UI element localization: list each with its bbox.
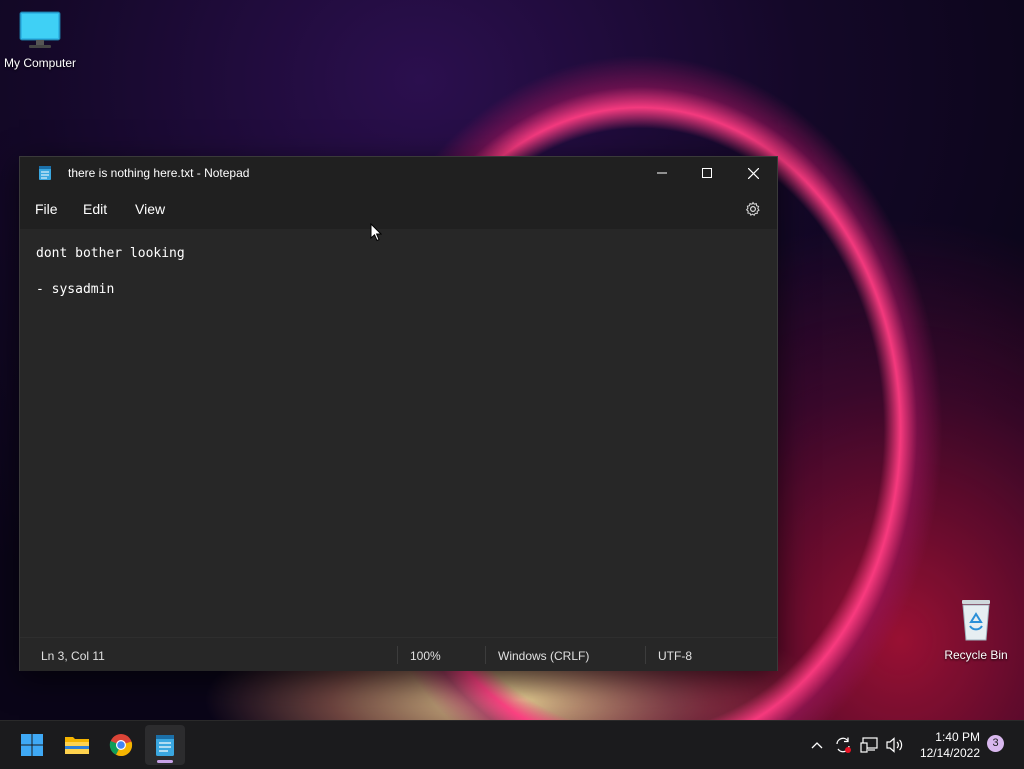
chevron-up-icon	[811, 742, 823, 749]
tray-volume-button[interactable]	[886, 721, 904, 769]
close-icon	[747, 167, 759, 179]
notepad-icon	[38, 165, 52, 186]
file-explorer-icon	[65, 737, 89, 754]
clock-date: 12/14/2022	[919, 746, 980, 760]
sync-icon	[836, 737, 851, 753]
taskbar-notepad[interactable]	[145, 725, 185, 765]
status-line-ending: Windows (CRLF)	[498, 649, 590, 663]
window-title: there is nothing here.txt - Notepad	[68, 166, 250, 180]
desktop-icon-label: Recycle Bin	[944, 648, 1008, 662]
windows-start-icon	[21, 734, 43, 756]
close-button[interactable]	[730, 157, 776, 189]
minimize-button[interactable]	[639, 157, 685, 189]
text-editor[interactable]: dont bother looking - sysadmin	[20, 229, 777, 637]
desktop-icon-label: My Computer	[3, 56, 77, 70]
taskbar-file-explorer[interactable]	[57, 725, 97, 765]
menu-file[interactable]: File	[35, 201, 58, 217]
taskbar-clock[interactable]: 1:40 PM 12/14/2022	[914, 729, 980, 761]
text-line: dont bother looking	[36, 246, 185, 261]
status-divider	[397, 646, 398, 664]
notepad-icon	[156, 735, 174, 756]
taskbar: 1:40 PM 12/14/2022	[0, 720, 1024, 769]
status-divider	[645, 646, 646, 664]
taskbar-chrome[interactable]	[101, 725, 141, 765]
status-divider	[485, 646, 486, 664]
notepad-window: there is nothing here.txt - Notepad File…	[19, 156, 778, 671]
status-cursor-position: Ln 3, Col 11	[41, 649, 105, 663]
notification-badge[interactable]: 3	[987, 735, 1004, 752]
text-line: - sysadmin	[36, 282, 115, 297]
mouse-cursor-icon	[370, 223, 382, 242]
volume-icon	[886, 737, 903, 753]
maximize-button[interactable]	[684, 157, 730, 189]
title-bar[interactable]: there is nothing here.txt - Notepad	[20, 157, 777, 189]
gear-icon	[745, 201, 760, 217]
menu-view[interactable]: View	[135, 201, 165, 217]
network-icon	[860, 737, 878, 753]
chrome-icon	[109, 734, 133, 757]
recycle-bin-icon	[962, 600, 990, 641]
tray-sync-button[interactable]	[834, 721, 852, 769]
status-zoom: 100%	[410, 649, 441, 663]
start-button[interactable]	[12, 725, 52, 765]
settings-button[interactable]	[745, 201, 761, 222]
clock-time: 1:40 PM	[935, 730, 980, 744]
minimize-icon	[657, 172, 667, 174]
active-app-indicator	[157, 760, 173, 763]
show-hidden-icons-button[interactable]	[810, 721, 824, 769]
desktop-icon-my-computer[interactable]: My Computer	[0, 10, 80, 70]
desktop-icon-recycle-bin[interactable]: Recycle Bin	[936, 598, 1016, 662]
menu-bar: File Edit View	[20, 189, 777, 229]
tray-network-button[interactable]	[860, 721, 878, 769]
maximize-icon	[702, 168, 712, 178]
menu-edit[interactable]: Edit	[83, 201, 107, 217]
status-encoding: UTF-8	[658, 649, 692, 663]
monitor-icon	[19, 11, 61, 48]
status-bar: Ln 3, Col 11 100% Windows (CRLF) UTF-8	[20, 637, 777, 671]
